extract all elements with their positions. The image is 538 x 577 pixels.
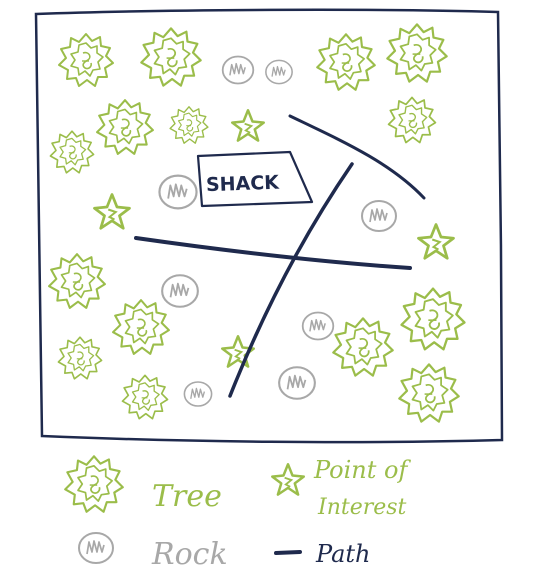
star-icon	[93, 193, 131, 230]
rock-icon	[301, 311, 335, 341]
tree-icon	[398, 363, 460, 423]
rock-icon	[265, 59, 293, 85]
path-line	[288, 114, 426, 200]
star-icon	[417, 223, 455, 260]
tree-icon	[387, 96, 437, 144]
rock-icon	[278, 366, 316, 400]
tree-icon	[112, 299, 170, 355]
tree-icon	[49, 130, 95, 174]
legend-tree-label: Tree	[152, 479, 222, 514]
rock-icon	[360, 199, 398, 233]
tree-icon	[58, 33, 114, 87]
legend: Tree Point of Interest Rock Path	[64, 455, 411, 572]
tree-icon	[400, 287, 466, 351]
tree-icon	[96, 99, 154, 155]
tree-icon	[386, 23, 448, 83]
legend-rock-label: Rock	[151, 537, 228, 572]
tree-icon	[121, 374, 169, 420]
legend-poi-label-2: Interest	[317, 495, 407, 520]
star-icon	[231, 109, 265, 142]
trees	[48, 23, 466, 423]
tree-icon	[140, 27, 202, 87]
star-icon	[271, 463, 305, 496]
tree-icon	[48, 253, 106, 309]
tree-icon	[332, 317, 394, 377]
tree-icon	[169, 106, 209, 144]
path-dash-icon	[274, 550, 302, 555]
tree-icon	[316, 33, 376, 91]
rock-icon	[183, 381, 213, 407]
legend-poi-label-1: Point of	[313, 456, 411, 484]
rock-icon	[77, 531, 115, 565]
rock-icon	[161, 274, 199, 308]
tree-icon	[64, 455, 124, 513]
rock-icon	[221, 55, 255, 85]
shack-label: SHACK	[206, 172, 281, 197]
legend-path-label: Path	[315, 540, 370, 568]
treasure-map: SHACK Tree Point of Interest Rock Path	[34, 8, 504, 572]
tree-icon	[57, 336, 103, 380]
rock-icon	[158, 174, 198, 210]
shack: SHACK	[196, 150, 314, 208]
path-line	[134, 236, 412, 270]
